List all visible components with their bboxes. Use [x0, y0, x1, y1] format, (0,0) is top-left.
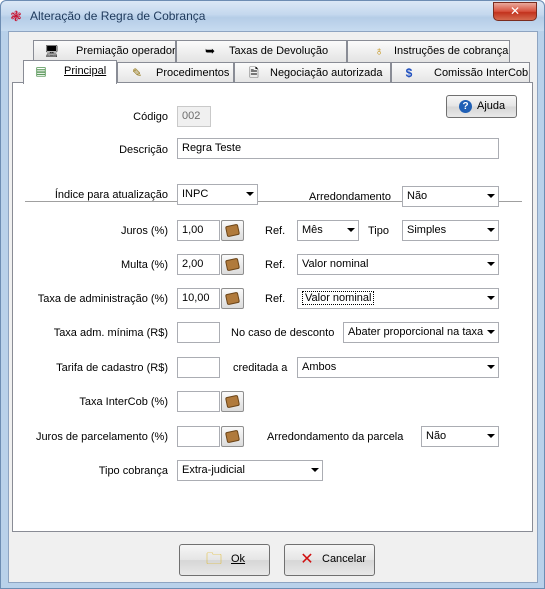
calculator-button[interactable] [221, 288, 244, 309]
creditada-select[interactable]: Ambos [297, 357, 499, 378]
x-icon: ✕ [300, 551, 314, 568]
intercob-field[interactable] [177, 391, 220, 412]
tarifa-label: Tarifa de cadastro (R$) [56, 362, 168, 374]
tarifa-field[interactable] [177, 357, 220, 378]
folder-icon: 🗀 [205, 551, 222, 568]
return-arrow-icon: ➥ [204, 44, 216, 58]
taxa-adm-ref-label: Ref. [265, 293, 286, 305]
calculator-icon [224, 394, 241, 409]
descricao-label: Descrição [119, 144, 168, 156]
calculator-icon [224, 429, 241, 444]
chevron-down-icon [347, 228, 355, 232]
indice-select[interactable]: INPC [177, 184, 258, 205]
tipo-label: Tipo [368, 225, 389, 237]
calculator-button[interactable] [221, 391, 244, 412]
tab-principal[interactable]: ▤ Principal [23, 60, 117, 84]
bulb-icon: ♁ [374, 44, 384, 58]
button-bar: 🗀 Ok ✕ Cancelar [9, 532, 537, 582]
multa-ref-label: Ref. [265, 259, 286, 271]
codigo-label: Código [133, 111, 168, 123]
title-bar[interactable]: ❃ Alteração de Regra de Cobrança ✕ [1, 1, 544, 31]
pencil-icon: ✎ [131, 66, 143, 80]
taxa-adm-field[interactable]: 10,00 [177, 288, 220, 309]
dialog-body: 🖥 Premiação operador ➥ Taxas de Devoluçã… [8, 31, 538, 583]
tab-comissao-intercob[interactable]: $ Comissão InterCob [391, 62, 530, 84]
dialog-window: ❃ Alteração de Regra de Cobrança ✕ 🖥 Pre… [0, 0, 545, 589]
chevron-down-icon [487, 365, 495, 369]
tab-negociacao-autorizada[interactable]: 🗎 Negociação autorizada [234, 62, 391, 84]
tab-taxas-devolucao[interactable]: ➥ Taxas de Devolução [176, 40, 347, 62]
multa-label: Multa (%) [120, 259, 168, 271]
chevron-down-icon [487, 296, 495, 300]
parcelamento-label: Juros de parcelamento (%) [35, 431, 168, 443]
chevron-down-icon [487, 228, 495, 232]
calculator-icon [224, 223, 241, 238]
indice-label: Índice para atualização [54, 189, 168, 201]
arred-parcela-label: Arredondamento da parcela [267, 431, 404, 443]
chevron-down-icon [487, 194, 495, 198]
help-icon: ? [459, 100, 472, 113]
multa-field[interactable]: 2,00 [177, 254, 220, 275]
chevron-down-icon [487, 262, 495, 266]
app-icon: ❃ [10, 8, 22, 24]
chevron-down-icon [487, 330, 495, 334]
juros-ref-select[interactable]: Mês [297, 220, 359, 241]
taxa-adm-ref-select[interactable]: Valor nominal [297, 288, 499, 309]
chevron-down-icon [311, 468, 319, 472]
tab-instrucoes-cobranca[interactable]: ♁ Instruções de cobrança [347, 40, 510, 62]
calculator-button[interactable] [221, 220, 244, 241]
codigo-field: 002 [177, 106, 211, 127]
chevron-down-icon [246, 192, 254, 196]
tipo-cobranca-label: Tipo cobrança [98, 465, 168, 477]
taxa-adm-min-label: Taxa adm. mínima (R$) [53, 327, 168, 339]
arredondamento-select[interactable]: Não [402, 186, 499, 207]
tipo-select[interactable]: Simples [402, 220, 499, 241]
juros-label: Juros (%) [120, 225, 168, 237]
calculator-icon [224, 257, 241, 272]
calculator-button[interactable] [221, 426, 244, 447]
intercob-label: Taxa InterCob (%) [79, 396, 168, 408]
chevron-down-icon [487, 434, 495, 438]
form-icon: ▤ [35, 64, 47, 78]
descricao-field[interactable]: Regra Teste [177, 138, 499, 159]
ok-button[interactable]: 🗀 Ok [179, 544, 270, 576]
taxa-adm-min-field[interactable] [177, 322, 220, 343]
tipo-cobranca-select[interactable]: Extra-judicial [177, 460, 323, 481]
document-icon: 🗎 [249, 66, 259, 80]
tab-premiacao-operador[interactable]: 🖥 Premiação operador [33, 40, 176, 62]
desconto-label: No caso de desconto [231, 327, 335, 339]
taxa-adm-label: Taxa de administração (%) [37, 293, 168, 305]
dollar-icon: $ [405, 66, 413, 80]
help-button[interactable]: ? Ajuda [446, 95, 517, 118]
desconto-select[interactable]: Abater proporcional na taxa [343, 322, 499, 343]
creditada-label: creditada a [233, 362, 288, 374]
computer-icon: 🖥 [44, 44, 60, 58]
principal-panel: ? Ajuda Código 002 Descrição Regra Teste… [12, 82, 533, 532]
window-title: Alteração de Regra de Cobrança [30, 9, 206, 23]
juros-field[interactable]: 1,00 [177, 220, 220, 241]
juros-ref-label: Ref. [265, 225, 286, 237]
cancel-button[interactable]: ✕ Cancelar [284, 544, 375, 576]
close-button[interactable]: ✕ [493, 2, 537, 21]
arredondamento-label: Arredondamento [309, 191, 391, 203]
calculator-icon [224, 291, 241, 306]
calculator-button[interactable] [221, 254, 244, 275]
tab-procedimentos[interactable]: ✎ Procedimentos [117, 62, 234, 84]
parcelamento-field[interactable] [177, 426, 220, 447]
multa-ref-select[interactable]: Valor nominal [297, 254, 499, 275]
arred-parcela-select[interactable]: Não [421, 426, 499, 447]
